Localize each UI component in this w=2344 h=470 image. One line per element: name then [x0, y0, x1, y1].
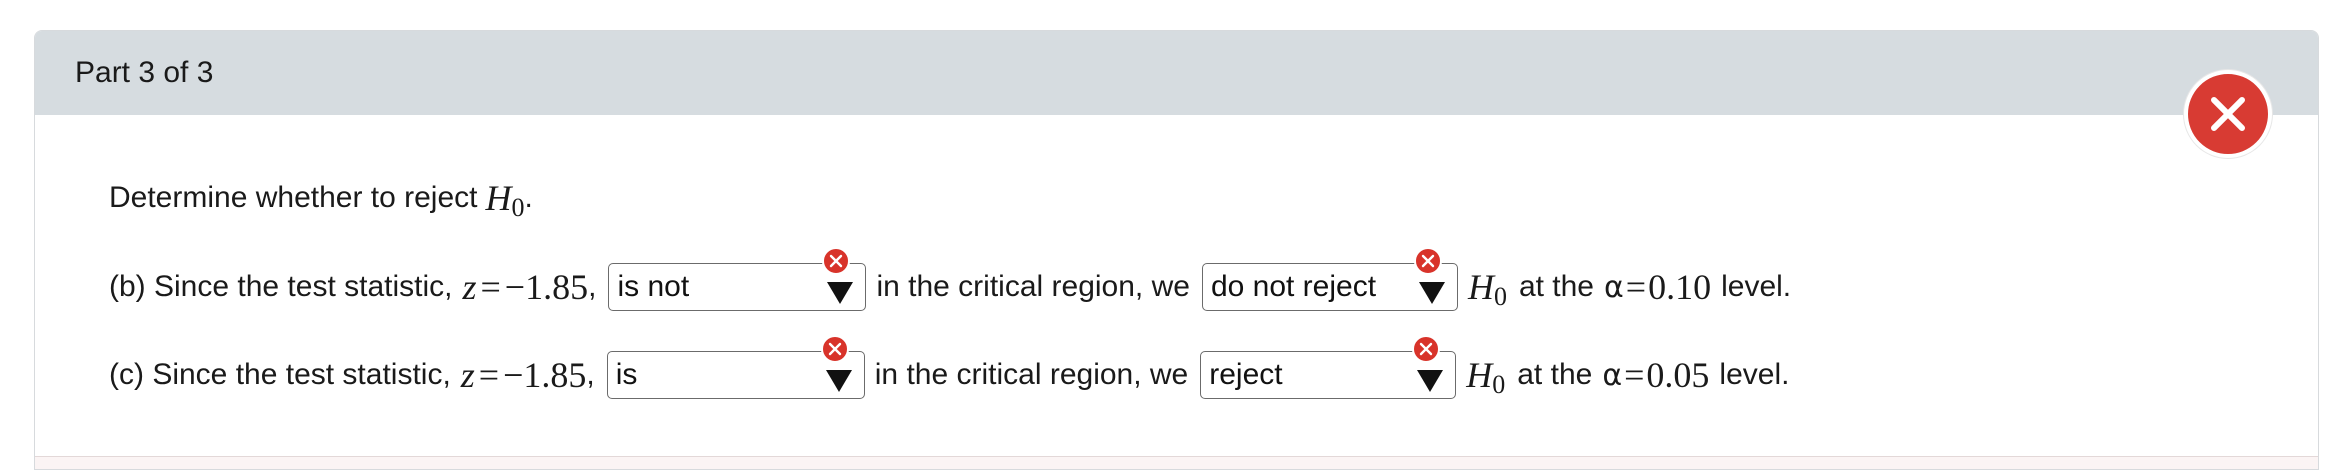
select-value: is not [617, 270, 690, 303]
critical-region-select-wrap: is not [608, 247, 867, 311]
alpha-value: 0.10 [1648, 267, 1712, 307]
suffix-level: level. [1721, 270, 1792, 303]
suffix-level: level. [1719, 358, 1790, 391]
error-x-icon [820, 335, 849, 363]
row-b: (b) Since the test statistic, z = −1.85 … [109, 247, 1792, 311]
select-value: do not reject [1210, 270, 1377, 303]
stat-eq: = [478, 355, 500, 395]
h-symbol: H [1466, 355, 1493, 395]
h-subscript: 0 [511, 193, 525, 222]
stat-var: z [460, 355, 475, 395]
dropdown-arrow-icon[interactable] [1417, 370, 1444, 392]
stat-value: −1.85 [503, 355, 587, 395]
dropdown-arrow-icon[interactable] [825, 370, 852, 392]
critical-region-select-wrap: is [606, 335, 865, 399]
decision-select-wrap: do not reject [1201, 247, 1458, 311]
part-header: Part 3 of 3 [35, 31, 2318, 115]
dropdown-arrow-icon[interactable] [827, 282, 854, 304]
close-icon [2211, 97, 2245, 131]
error-x-icon [1413, 247, 1442, 275]
row-prefix: (b) Since the test statistic, [109, 270, 453, 303]
decision-select-wrap: reject [1200, 335, 1457, 399]
alpha-eq: = [1625, 267, 1647, 307]
select-value: is [615, 358, 638, 391]
middle-text: in the critical region, we [874, 358, 1189, 391]
suffix-at-the: at the [1517, 358, 1593, 391]
stat-var: z [462, 267, 477, 307]
stat-eq: = [480, 267, 501, 307]
h-subscript: 0 [1493, 282, 1507, 311]
question-card: Part 3 of 3 Determine whether to reject … [34, 30, 2319, 470]
alpha-value: 0.05 [1646, 355, 1710, 395]
h-subscript: 0 [1492, 370, 1506, 399]
close-button[interactable] [2184, 70, 2272, 158]
h-symbol: H [485, 178, 512, 218]
prompt-line: Determine whether to reject H0. [109, 177, 533, 222]
alpha-symbol: α [1604, 269, 1624, 305]
prompt-period: . [524, 181, 533, 214]
prompt-text: Determine whether to reject [109, 181, 478, 214]
h-symbol: H [1467, 267, 1494, 307]
alpha-eq: = [1624, 355, 1645, 395]
stat-value: −1.85 [504, 267, 589, 307]
card-footer-strip [35, 456, 2318, 469]
suffix-at-the: at the [1518, 270, 1594, 303]
select-value: reject [1209, 358, 1283, 391]
row-prefix: (c) Since the test statistic, [109, 358, 451, 391]
middle-text: in the critical region, we [876, 270, 1190, 303]
row-c: (c) Since the test statistic, z = −1.85 … [109, 335, 1790, 399]
alpha-symbol: α [1602, 357, 1623, 393]
comma: , [588, 270, 597, 303]
question-body: Determine whether to reject H0. (b) Sinc… [35, 115, 2318, 469]
part-title: Part 3 of 3 [75, 56, 214, 89]
comma: , [586, 358, 595, 391]
dropdown-arrow-icon[interactable] [1418, 282, 1445, 304]
